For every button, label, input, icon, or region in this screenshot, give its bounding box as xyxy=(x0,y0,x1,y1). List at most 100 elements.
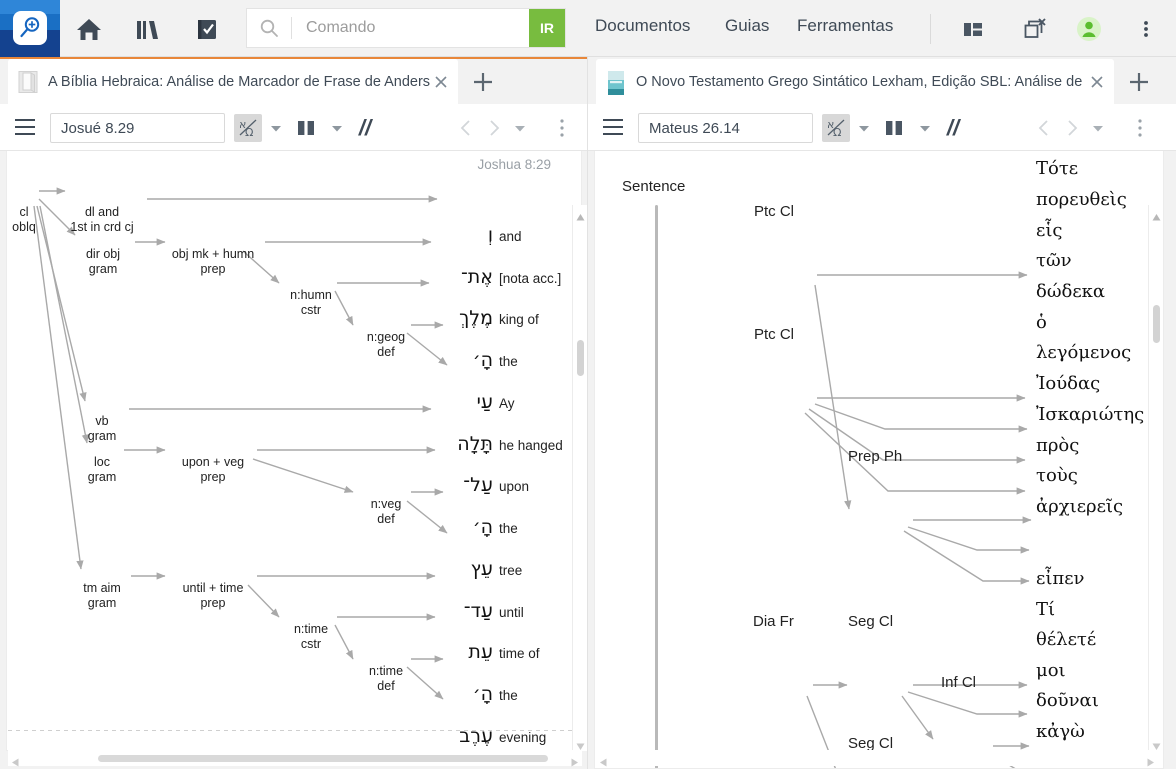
greek-word[interactable]: εἶπεν xyxy=(1036,568,1084,589)
hamburger-icon[interactable] xyxy=(14,117,36,137)
tree-node-n-tmaim[interactable]: tm aim gram xyxy=(83,581,121,611)
hebrew-greek-toggle-icon[interactable]: א Ω xyxy=(234,114,262,142)
scrollbar-thumb-vertical-right[interactable] xyxy=(1153,305,1160,343)
greek-word[interactable]: Τότε xyxy=(1036,158,1078,179)
tree-node-n-dl[interactable]: dl and 1st in crd cj xyxy=(70,205,133,235)
scrollbar-thumb-horizontal-left[interactable] xyxy=(98,755,548,762)
hebrew-word[interactable]: עַל־ xyxy=(447,474,493,496)
caret-left-icon[interactable] xyxy=(11,754,20,767)
greek-word[interactable]: δώδεκα xyxy=(1036,281,1105,302)
tree-node-prep[interactable]: Prep Ph xyxy=(848,448,902,465)
tree-node-dia[interactable]: Dia Fr xyxy=(753,613,794,630)
reference-input-right[interactable] xyxy=(638,113,813,143)
close-icon[interactable] xyxy=(430,71,452,93)
library-icon[interactable] xyxy=(132,14,162,44)
caret-right-icon[interactable] xyxy=(1146,754,1155,767)
chevron-left-icon-right[interactable] xyxy=(1033,114,1055,142)
menu-ferramentas[interactable]: Ferramentas xyxy=(797,16,893,36)
sentence-tree-canvas-right[interactable]: Sentence Ptc Cl Ptc Cl Prep Ph Dia Fr Se… xyxy=(594,151,1164,769)
search-input[interactable] xyxy=(292,9,529,47)
tree-node-n-time1[interactable]: n:time cstr xyxy=(294,622,328,652)
scrollbar-thumb-vertical-left[interactable] xyxy=(577,340,584,376)
reference-input-left[interactable] xyxy=(50,113,225,143)
chevron-left-icon-left[interactable] xyxy=(455,114,477,142)
new-tab-plus-icon[interactable] xyxy=(468,67,498,97)
layout-panels-icon[interactable] xyxy=(958,14,988,44)
new-tab-plus-icon[interactable] xyxy=(1124,67,1154,97)
hamburger-icon[interactable] xyxy=(602,117,624,137)
document-tab-hebrew-bible[interactable]: A Bíblia Hebraica: Análise de Marcador d… xyxy=(8,59,458,104)
tree-node-n-veg[interactable]: n:veg def xyxy=(371,497,402,527)
chevron-down-icon-history-left[interactable] xyxy=(512,114,528,142)
greek-word[interactable]: τοὺς xyxy=(1036,465,1078,486)
chevron-down-icon-language-right[interactable] xyxy=(856,114,872,142)
greek-word[interactable]: πορευθεὶς xyxy=(1036,189,1127,210)
caret-right-icon[interactable] xyxy=(570,754,579,767)
hebrew-word[interactable]: עַי xyxy=(447,391,493,413)
user-avatar-icon[interactable] xyxy=(1074,14,1104,44)
tree-node-n-objmk[interactable]: obj mk + humn prep xyxy=(172,247,254,277)
hebrew-word[interactable]: הָ׳ xyxy=(447,516,493,538)
greek-word[interactable]: ὁ xyxy=(1036,312,1047,333)
tree-node-n-humn[interactable]: n:humn cstr xyxy=(290,288,332,318)
tree-node-n-dobj[interactable]: dir obj gram xyxy=(86,247,120,277)
syntax-tree-canvas-left[interactable]: Joshua 8:29 cl oblq dl and 1st in crd cj… xyxy=(6,151,582,751)
greek-word[interactable]: τῶν xyxy=(1036,250,1072,271)
tree-node-n-until[interactable]: until + time prep xyxy=(183,581,244,611)
hebrew-word[interactable]: מֶלֶךְ xyxy=(447,307,493,329)
greek-word[interactable]: κἀγὼ xyxy=(1036,721,1085,742)
menu-guias[interactable]: Guias xyxy=(725,16,769,36)
tree-node-inf[interactable]: Inf Cl xyxy=(941,674,976,691)
tree-node-seg1[interactable]: Seg Cl xyxy=(848,613,893,630)
greek-word[interactable]: δοῦναι xyxy=(1036,690,1099,711)
chevron-down-icon-columns-right[interactable] xyxy=(917,114,933,142)
vertical-scrollbar-left[interactable] xyxy=(572,205,587,751)
command-search-bar[interactable]: IR xyxy=(246,8,566,48)
hebrew-word[interactable]: הָ׳ xyxy=(447,349,493,371)
tree-node-ptc1[interactable]: Ptc Cl xyxy=(754,203,794,220)
hebrew-word[interactable]: אֶת־ xyxy=(447,266,493,288)
greek-word[interactable]: ἀρχιερεῖς xyxy=(1036,496,1123,517)
tree-node-root[interactable]: cl oblq xyxy=(12,205,36,235)
hebrew-word[interactable]: עֵץ xyxy=(447,558,493,580)
close-window-icon[interactable] xyxy=(1020,14,1050,44)
hebrew-greek-toggle-icon[interactable]: א Ω xyxy=(822,114,850,142)
chevron-down-icon-columns-left[interactable] xyxy=(329,114,345,142)
hebrew-word[interactable]: תָּלָה xyxy=(447,433,493,455)
tree-node-n-time2[interactable]: n:time def xyxy=(369,664,403,694)
greek-word[interactable]: πρὸς xyxy=(1036,435,1079,456)
caret-left-icon[interactable] xyxy=(599,754,608,767)
hebrew-word[interactable]: עַד־ xyxy=(447,600,493,622)
parallel-slashes-icon[interactable]: // xyxy=(940,114,966,142)
parallel-slashes-icon[interactable]: // xyxy=(352,114,378,142)
home-icon[interactable] xyxy=(74,14,104,44)
greek-word[interactable]: λεγόμενος xyxy=(1036,342,1131,363)
tree-node-n-upon[interactable]: upon + veg prep xyxy=(182,455,244,485)
vertical-scrollbar-right[interactable] xyxy=(1148,205,1163,751)
greek-word[interactable]: εἷς xyxy=(1036,220,1062,241)
two-columns-icon[interactable] xyxy=(882,114,906,142)
chevron-right-icon-right[interactable] xyxy=(1061,114,1083,142)
greek-word[interactable]: μοι xyxy=(1036,660,1066,681)
hebrew-word[interactable]: הָ׳ xyxy=(447,683,493,705)
document-tab-greek-nt[interactable]: O Novo Testamento Grego Sintático Lexham… xyxy=(596,59,1114,104)
horizontal-scrollbar-left[interactable] xyxy=(8,750,582,767)
hebrew-word[interactable]: עֶרֶב xyxy=(447,725,493,747)
tree-node-ptc2[interactable]: Ptc Cl xyxy=(754,326,794,343)
two-columns-icon[interactable] xyxy=(294,114,318,142)
more-vertical-icon-right[interactable] xyxy=(1132,114,1148,142)
menu-documentos[interactable]: Documentos xyxy=(595,16,690,36)
caret-down-icon[interactable] xyxy=(1152,738,1161,750)
search-go-button[interactable]: IR xyxy=(529,9,565,47)
greek-word[interactable]: Ἰούδας xyxy=(1036,373,1100,394)
greek-word[interactable]: Τί xyxy=(1036,599,1055,620)
tree-node-n-vb[interactable]: vb gram xyxy=(88,414,116,444)
tree-node-n-loc[interactable]: loc gram xyxy=(88,455,116,485)
more-vertical-icon-left[interactable] xyxy=(554,114,570,142)
greek-word[interactable]: θέλετέ xyxy=(1036,629,1096,650)
more-vertical-icon[interactable] xyxy=(1136,14,1156,44)
hebrew-word[interactable]: עֵת xyxy=(447,641,493,663)
chevron-right-icon-left[interactable] xyxy=(483,114,505,142)
horizontal-scrollbar-right[interactable] xyxy=(596,750,1158,767)
app-logo[interactable] xyxy=(0,0,60,57)
